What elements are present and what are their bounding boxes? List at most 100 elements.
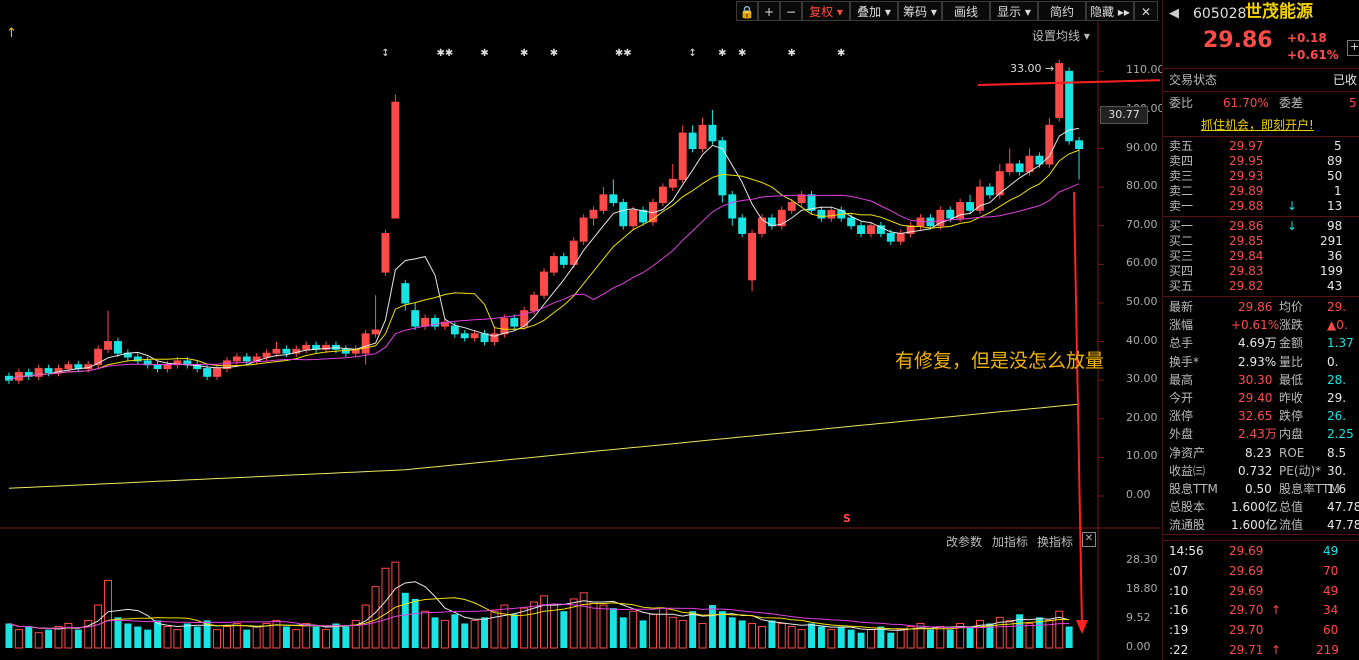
volume-bar (768, 620, 776, 648)
event-mark: ✱ (520, 48, 528, 59)
candle-body (302, 344, 311, 350)
candle-body (460, 333, 469, 339)
bid-price: 29.82 (1229, 279, 1264, 293)
ask-label: 卖一 (1169, 199, 1194, 213)
candle-body (985, 186, 994, 196)
volume-bar (857, 632, 865, 648)
chips-button[interactable]: 筹码 ▾ (898, 1, 942, 21)
volume-tick-label: 9.52 (1126, 610, 1151, 624)
hide-button[interactable]: 隐藏 ▸▸ (1086, 1, 1134, 21)
y-tick-label: 80.00 (1126, 179, 1158, 193)
candle-body (579, 217, 588, 242)
stat-value: 8.5 (1327, 445, 1347, 460)
stat-value: 32.65 (1238, 409, 1273, 424)
stat-value: 1.37 (1327, 336, 1354, 351)
zoom-in-button[interactable]: + (758, 1, 780, 21)
candle-body (936, 209, 945, 227)
volume-bar (698, 622, 707, 649)
fuquan-button[interactable]: 复权 ▾ (802, 1, 850, 21)
add-indicator-button[interactable]: 加指标 (992, 533, 1028, 550)
volume-bar (163, 626, 172, 649)
ask-volume: 13 (1327, 199, 1343, 213)
volume-bar (134, 626, 142, 648)
stat-value: 30. (1327, 463, 1347, 478)
volume-bar (966, 626, 974, 648)
candle-body (787, 202, 796, 211)
event-mark: ✱ (738, 48, 746, 59)
close-icon[interactable]: ✕ (1134, 1, 1158, 21)
event-mark: ✱ (788, 48, 796, 59)
add-watch-button[interactable]: + (1347, 40, 1359, 56)
candle-body (470, 333, 479, 339)
price-change: +0.18 (1287, 31, 1327, 45)
tick-time: :07 (1169, 563, 1189, 578)
stat-value: 2.93% (1238, 354, 1277, 369)
zoom-out-button[interactable]: − (780, 1, 802, 21)
volume-bar (589, 601, 598, 649)
candle-body (391, 101, 400, 219)
volume-bar (1055, 610, 1064, 649)
kline-chart[interactable]: ↕ ✱✱ ✱ ✱ ✱ ✱✱ ↕ ✱ ✱ ✱ ✱ (0, 22, 1160, 660)
volume-bar (946, 629, 954, 648)
candle-body (896, 232, 905, 242)
volume-bar (391, 561, 400, 649)
peak-label: 33.00 → (1010, 62, 1055, 75)
stat-value: 26. (1327, 409, 1347, 424)
tick-time: :10 (1169, 583, 1189, 598)
close-indicator-icon[interactable]: ✕ (1082, 532, 1096, 547)
volume-bar (14, 629, 23, 649)
volume-bar (124, 623, 132, 648)
stat-value: 1.600亿 (1231, 518, 1278, 533)
stat-label: 净资产 (1169, 445, 1206, 460)
lock-icon[interactable]: 🔒 (736, 1, 758, 21)
promo-link[interactable]: 抓住机会，即刻开户! (1201, 116, 1314, 134)
volume-bar (401, 592, 409, 648)
candle-body (1055, 63, 1064, 119)
draw-line-button[interactable]: 画线 (942, 1, 990, 21)
volume-bar (629, 610, 638, 649)
diff-label: 委差 (1279, 96, 1304, 110)
volume-bar (867, 629, 875, 649)
switch-indicator-button[interactable]: 换指标 (1037, 533, 1073, 550)
simple-button[interactable]: 简约 (1038, 1, 1086, 21)
stat-value: 1.600亿 (1231, 500, 1278, 515)
volume-bar (817, 626, 825, 648)
trade-status-value: 已收 (1333, 73, 1358, 87)
candle-body (609, 194, 618, 204)
event-mark: ✱ (480, 48, 488, 59)
volume-bar (777, 622, 786, 649)
volume-bar (887, 632, 895, 648)
volume-bar (500, 604, 509, 649)
annotation-arrow (1073, 191, 1083, 627)
stat-label: 量比 (1279, 354, 1304, 369)
y-tick-label: 70.00 (1126, 217, 1158, 231)
y-tick-label: 50.00 (1126, 294, 1158, 308)
overlay-button[interactable]: 叠加 ▾ (850, 1, 898, 21)
candle-body (728, 194, 737, 219)
volume-bar (193, 626, 201, 648)
volume-bar (361, 604, 370, 649)
volume-bar (302, 622, 311, 649)
candle-body (510, 317, 519, 327)
stat-value: 0.50 (1245, 482, 1272, 496)
stat-label: 换手* (1169, 354, 1200, 369)
candle-body (64, 364, 73, 370)
volume-bar (975, 619, 984, 649)
candle-body (678, 132, 687, 180)
candle-body (797, 194, 806, 204)
back-icon[interactable]: ◀ (1169, 5, 1179, 23)
stat-label: 跌停 (1279, 409, 1304, 424)
stat-value: 29. (1327, 391, 1347, 405)
diff-value: 5 (1349, 96, 1357, 110)
tick-time: :22 (1169, 643, 1189, 657)
stat-value: 30.30 (1238, 372, 1273, 387)
display-button[interactable]: 显示 ▾ (990, 1, 1038, 21)
volume-bar (213, 629, 221, 649)
stat-value: 4.69万 (1238, 336, 1277, 351)
change-params-button[interactable]: 改参数 (946, 533, 982, 550)
volume-bar (25, 626, 33, 648)
last-price: 29.86 (1203, 28, 1273, 53)
volume-bar (738, 620, 746, 648)
candle-body (847, 217, 856, 227)
candle-body (748, 232, 757, 281)
